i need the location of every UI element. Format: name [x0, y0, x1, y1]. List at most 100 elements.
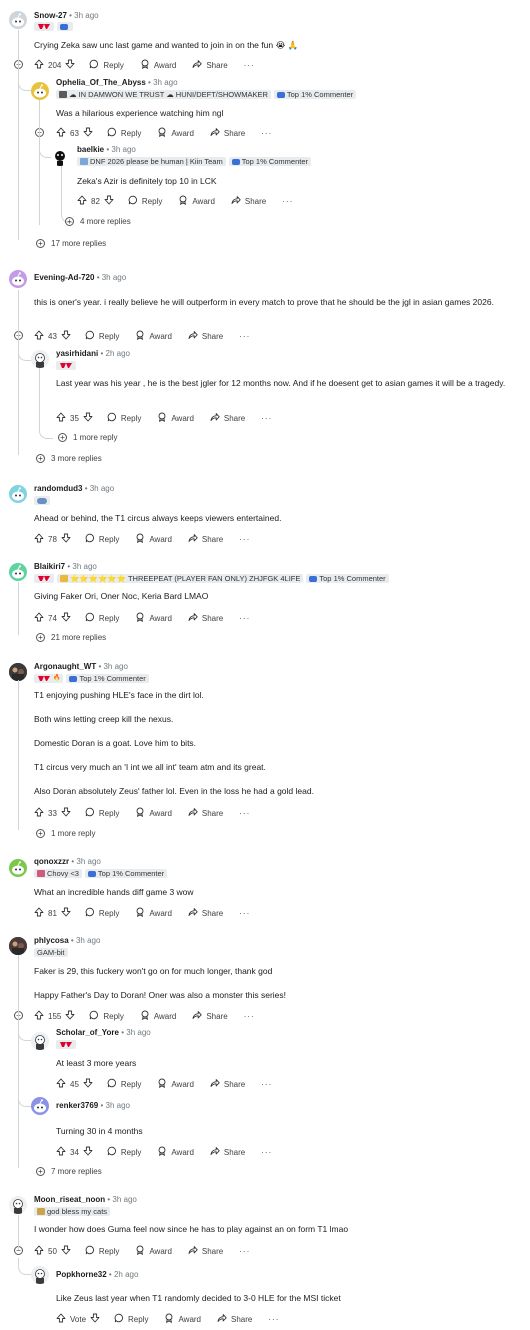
reply-button[interactable]: Reply: [85, 1245, 119, 1257]
upvote-icon[interactable]: [34, 807, 44, 819]
avatar[interactable]: [9, 859, 27, 877]
username[interactable]: qonoxzzr: [34, 857, 69, 866]
username[interactable]: baelkie: [77, 145, 104, 154]
downvote-icon[interactable]: [104, 195, 114, 207]
award-button[interactable]: Award: [157, 127, 194, 139]
more-options-icon[interactable]: ···: [239, 614, 250, 623]
upvote-icon[interactable]: [34, 907, 44, 919]
reply-button[interactable]: Reply: [107, 412, 141, 424]
more-replies-link[interactable]: +3 more replies: [36, 454, 102, 463]
avatar[interactable]: [31, 350, 49, 368]
share-button[interactable]: Share: [188, 612, 223, 624]
avatar[interactable]: [31, 1032, 49, 1050]
username[interactable]: Blaikiri7: [34, 562, 65, 571]
avatar[interactable]: [51, 148, 69, 166]
reply-button[interactable]: Reply: [85, 807, 119, 819]
share-button[interactable]: Share: [188, 807, 223, 819]
downvote-icon[interactable]: [83, 412, 93, 424]
reply-button[interactable]: Reply: [85, 907, 119, 919]
more-options-icon[interactable]: ···: [268, 1315, 279, 1324]
downvote-icon[interactable]: [83, 1078, 93, 1090]
more-replies-link[interactable]: +7 more replies: [36, 1167, 102, 1176]
downvote-icon[interactable]: [83, 1146, 93, 1158]
upvote-icon[interactable]: [34, 1245, 44, 1257]
more-options-icon[interactable]: ···: [261, 1148, 272, 1157]
upvote-icon[interactable]: [56, 412, 66, 424]
upvote-icon[interactable]: [77, 195, 87, 207]
upvote-icon[interactable]: [34, 533, 44, 545]
share-button[interactable]: Share: [231, 195, 266, 207]
share-button[interactable]: Share: [210, 127, 245, 139]
award-button[interactable]: Award: [157, 1146, 194, 1158]
share-button[interactable]: Share: [192, 59, 228, 71]
avatar[interactable]: [31, 1266, 49, 1284]
award-button[interactable]: Award: [164, 1313, 201, 1325]
more-options-icon[interactable]: ···: [244, 1012, 255, 1021]
more-options-icon[interactable]: ···: [239, 535, 250, 544]
avatar[interactable]: [9, 485, 27, 503]
reply-button[interactable]: Reply: [107, 127, 141, 139]
award-button[interactable]: Award: [157, 1078, 194, 1090]
downvote-icon[interactable]: [61, 612, 71, 624]
more-options-icon[interactable]: ···: [239, 909, 250, 918]
more-options-icon[interactable]: ···: [239, 1247, 250, 1256]
award-button[interactable]: Award: [135, 1245, 172, 1257]
share-button[interactable]: Share: [210, 1078, 245, 1090]
username[interactable]: yasirhidani: [56, 349, 98, 358]
award-button[interactable]: Award: [178, 195, 215, 207]
share-button[interactable]: Share: [188, 1245, 223, 1257]
more-replies-link[interactable]: +17 more replies: [36, 239, 106, 248]
award-button[interactable]: Award: [135, 907, 172, 919]
upvote-icon[interactable]: [34, 1010, 44, 1022]
reply-button[interactable]: Reply: [107, 1146, 141, 1158]
award-button[interactable]: Award: [140, 59, 176, 71]
more-options-icon[interactable]: ···: [261, 414, 272, 423]
avatar[interactable]: [9, 663, 27, 681]
downvote-icon[interactable]: [65, 59, 75, 71]
award-button[interactable]: Award: [135, 612, 172, 624]
reply-button[interactable]: Reply: [85, 330, 119, 342]
upvote-icon[interactable]: [34, 59, 44, 71]
downvote-icon[interactable]: [90, 1313, 100, 1325]
reply-button[interactable]: Reply: [85, 533, 119, 545]
more-replies-link[interactable]: +4 more replies: [65, 217, 131, 226]
username[interactable]: Scholar_of_Yore: [56, 1028, 119, 1037]
downvote-icon[interactable]: [61, 533, 71, 545]
downvote-icon[interactable]: [61, 330, 71, 342]
more-replies-link[interactable]: +21 more replies: [36, 633, 106, 642]
reply-button[interactable]: Reply: [89, 1010, 124, 1022]
avatar[interactable]: [31, 82, 49, 100]
username[interactable]: Ophelia_Of_The_Abyss: [56, 78, 146, 87]
reply-button[interactable]: Reply: [128, 195, 162, 207]
username[interactable]: randomdud3: [34, 484, 82, 493]
upvote-icon[interactable]: [56, 1078, 66, 1090]
more-options-icon[interactable]: ···: [244, 61, 255, 70]
upvote-icon[interactable]: [56, 1313, 66, 1325]
award-button[interactable]: Award: [140, 1010, 176, 1022]
avatar[interactable]: [9, 563, 27, 581]
more-options-icon[interactable]: ···: [261, 129, 272, 138]
username[interactable]: Moon_riseat_noon: [34, 1195, 105, 1204]
award-button[interactable]: Award: [135, 807, 172, 819]
username[interactable]: Evening-Ad-720: [34, 273, 94, 282]
award-button[interactable]: Award: [135, 330, 172, 342]
share-button[interactable]: Share: [217, 1313, 252, 1325]
upvote-icon[interactable]: [56, 1146, 66, 1158]
upvote-icon[interactable]: [34, 612, 44, 624]
upvote-icon[interactable]: [56, 127, 66, 139]
share-button[interactable]: Share: [188, 533, 223, 545]
avatar[interactable]: [9, 937, 27, 955]
reply-button[interactable]: Reply: [89, 59, 124, 71]
more-options-icon[interactable]: ···: [282, 197, 293, 206]
downvote-icon[interactable]: [61, 907, 71, 919]
username[interactable]: Snow-27: [34, 11, 67, 20]
username[interactable]: phlycosa: [34, 936, 69, 945]
award-button[interactable]: Award: [157, 412, 194, 424]
share-button[interactable]: Share: [210, 412, 245, 424]
downvote-icon[interactable]: [61, 807, 71, 819]
share-button[interactable]: Share: [210, 1146, 245, 1158]
avatar[interactable]: [31, 1097, 49, 1115]
username[interactable]: renker3769: [56, 1101, 98, 1110]
more-options-icon[interactable]: ···: [239, 809, 250, 818]
avatar[interactable]: [9, 11, 27, 29]
